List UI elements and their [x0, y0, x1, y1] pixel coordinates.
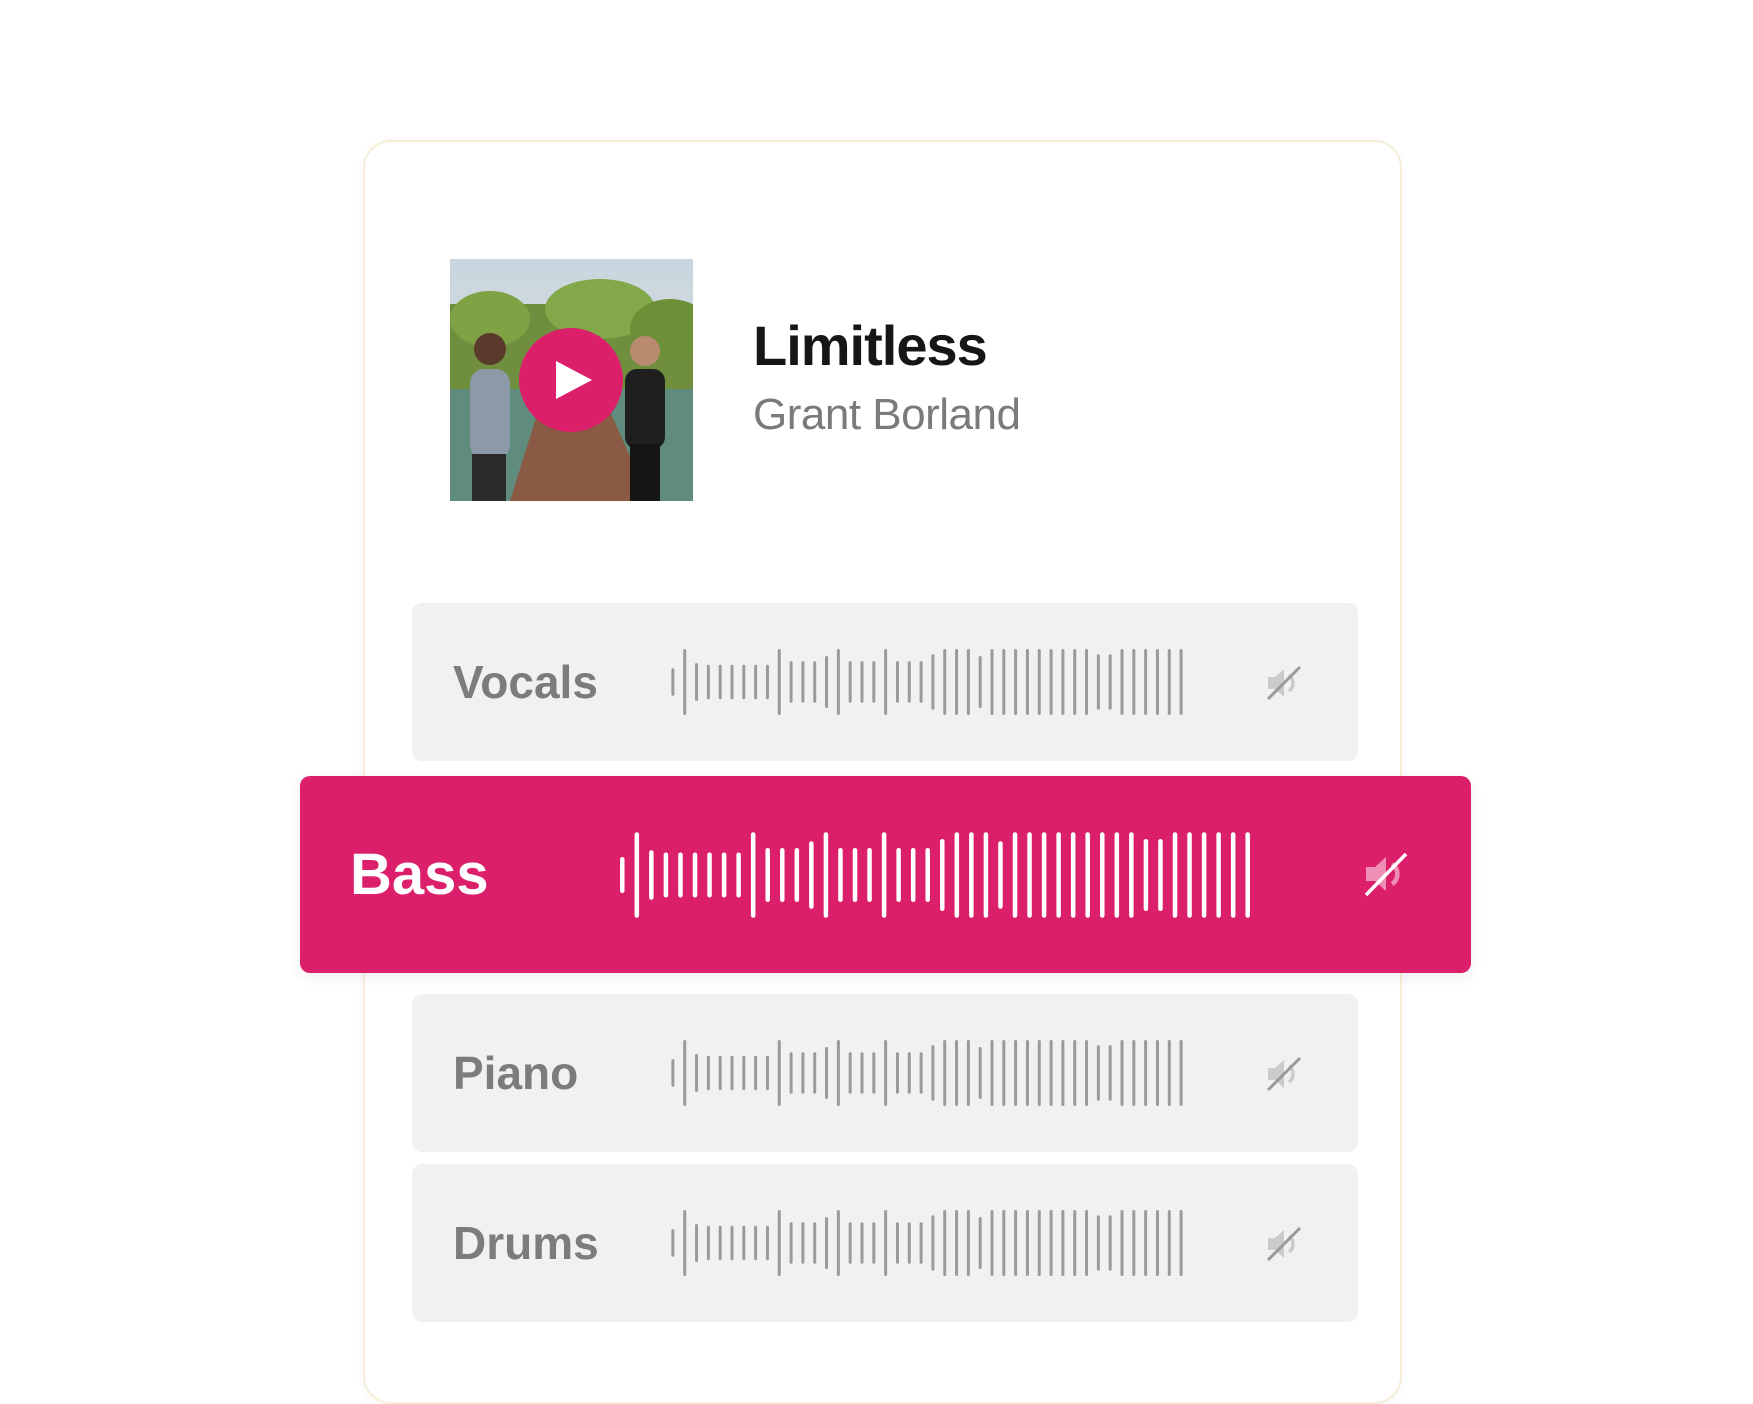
- waveform: [671, 1040, 1183, 1106]
- track-label: Vocals: [453, 656, 598, 708]
- song-title: Limitless: [753, 314, 988, 377]
- album-cover: [450, 259, 693, 501]
- track-vocals[interactable]: Vocals: [412, 603, 1358, 761]
- speaker-muted-icon[interactable]: [1264, 663, 1304, 703]
- track-drums[interactable]: Drums: [412, 1164, 1358, 1322]
- play-button[interactable]: [519, 328, 623, 432]
- speaker-muted-icon[interactable]: [1264, 1054, 1304, 1094]
- speaker-muted-icon[interactable]: [1264, 1224, 1304, 1264]
- waveform: [671, 1210, 1183, 1276]
- track-label: Drums: [453, 1217, 599, 1269]
- track-piano[interactable]: Piano: [412, 994, 1358, 1152]
- track-label: Bass: [350, 842, 489, 907]
- artist-name: Grant Borland: [753, 390, 1021, 439]
- waveform: [671, 649, 1183, 715]
- track-label: Piano: [453, 1047, 579, 1099]
- waveform: [620, 832, 1250, 918]
- play-icon: [556, 361, 592, 399]
- speaker-muted-icon[interactable]: [1361, 850, 1411, 898]
- track-bass[interactable]: Bass: [300, 776, 1471, 973]
